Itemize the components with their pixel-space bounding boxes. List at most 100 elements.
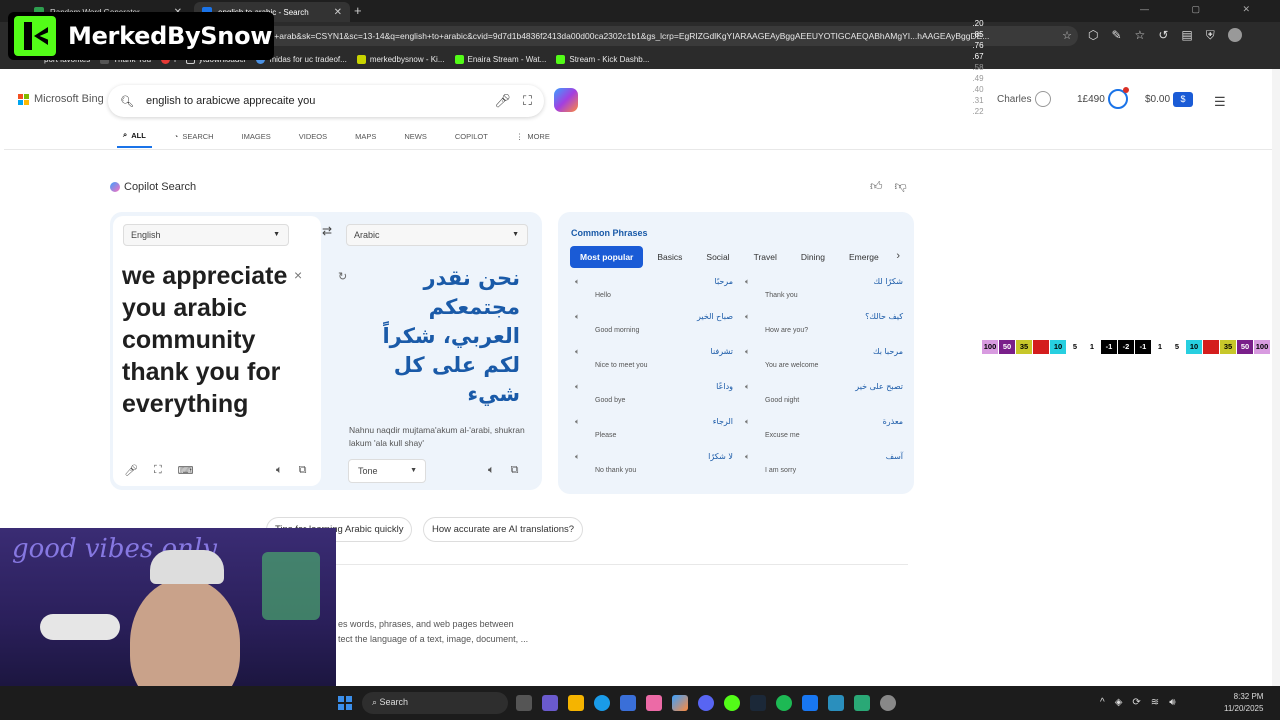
profile-icon[interactable] (1227, 28, 1242, 42)
phrase-item[interactable]: 🔈︎ تشرفنا Nice to meet you (575, 347, 733, 377)
thumbs-up-icon[interactable]: 👍︎ (870, 179, 883, 194)
source-text[interactable]: we appreciate you arabic community thank… (122, 260, 294, 420)
search-box[interactable]: 🔍︎ english to arabicwe apprecaite you 🎤︎… (108, 85, 544, 117)
task-view-icon[interactable] (516, 695, 532, 711)
new-tab-icon[interactable]: + (354, 3, 362, 18)
search-input[interactable]: english to arabicwe apprecaite you (146, 95, 482, 107)
file-explorer-icon[interactable] (568, 695, 584, 711)
phrase-item[interactable]: 🔈︎ تصبح على خير Good night (745, 382, 903, 412)
speaker-icon[interactable]: 🔈︎ (575, 277, 580, 287)
speaker-icon[interactable]: 🔈︎ (745, 417, 750, 427)
rewards-icon[interactable] (1108, 87, 1129, 109)
camera-icon[interactable]: ⛶ (154, 464, 162, 477)
copilot-button[interactable] (554, 88, 578, 112)
favorite-link[interactable]: merkedbysnow - Ki... (356, 55, 445, 64)
speaker-icon[interactable]: 🔈︎ (745, 452, 750, 462)
source-language-select[interactable]: English ▼ (123, 224, 289, 246)
facebook-icon[interactable] (802, 695, 818, 711)
phrase-item[interactable]: 🔈︎ وداعًا Good bye (575, 382, 733, 412)
bing-logo[interactable]: Microsoft Bing (18, 93, 104, 105)
speaker-icon[interactable]: 🔈︎ (575, 452, 580, 462)
tab-most-popular[interactable]: Most popular (570, 246, 644, 268)
shield-icon[interactable]: ⛨ (1206, 28, 1215, 43)
chevron-up-icon[interactable]: ^ (1100, 697, 1105, 708)
speaker-icon[interactable]: 🔈︎ (745, 277, 750, 287)
copilot-icon[interactable]: ✎ (1111, 28, 1121, 43)
favorite-link[interactable]: Stream - Kick Dashb... (556, 55, 649, 64)
speaker-icon[interactable]: 🔈︎ (488, 464, 495, 477)
address-bar[interactable]: s+to+arab&sk=CSYN1&sc=13-14&q=english+to… (250, 26, 1078, 46)
star-icon[interactable]: ☆ (1062, 29, 1072, 42)
tab-news[interactable]: NEWS (398, 127, 433, 148)
speaker-icon[interactable]: 🔈︎ (745, 382, 750, 392)
favorite-link[interactable]: Enaira Stream - Wat... (454, 55, 546, 64)
tab-copilot[interactable]: COPILOT (449, 127, 494, 148)
clock[interactable]: 8:32 PM 11/20/2025 (1224, 691, 1263, 715)
speaker-icon[interactable]: 🔈︎ (575, 382, 580, 392)
target-language-select[interactable]: Arabic ▼ (346, 224, 528, 246)
copilot-icon[interactable] (672, 695, 688, 711)
refresh-icon[interactable]: ↻ (338, 270, 347, 283)
windows-start-icon[interactable] (338, 696, 352, 710)
tab-search[interactable]: ◔ SEARCH (168, 127, 220, 148)
tab-videos[interactable]: VIDEOS (293, 127, 333, 148)
phrase-item[interactable]: 🔈︎ مرحبا بك You are welcome (745, 347, 903, 377)
spotify-icon[interactable] (776, 695, 792, 711)
tab-dining[interactable]: Dining (791, 246, 835, 268)
tab-all[interactable]: ⌕ ALL (117, 127, 152, 148)
clear-icon[interactable]: × (294, 267, 302, 283)
user-name[interactable]: Charles (997, 94, 1031, 105)
suggestion-pill[interactable]: How accurate are AI translations? (423, 517, 584, 542)
app-icon[interactable] (646, 695, 662, 711)
close-icon[interactable]: ✕ (334, 7, 342, 18)
phrase-item[interactable]: 🔈︎ صباح الخير Good morning (575, 312, 733, 342)
speaker-icon[interactable]: 🔈︎ (575, 417, 580, 427)
kick-icon[interactable] (724, 695, 740, 711)
tab-more[interactable]: ⋮ MORE (510, 127, 556, 148)
phrase-item[interactable]: 🔈︎ آسف I am sorry (745, 452, 903, 482)
rewards-points[interactable]: 1£490 (1077, 94, 1105, 105)
phrase-item[interactable]: 🔈︎ الرجاء Please (575, 417, 733, 447)
wallet-icon[interactable]: $ (1173, 92, 1193, 107)
store-icon[interactable] (620, 695, 636, 711)
tone-select[interactable]: Tone ▼ (348, 459, 426, 483)
tab-travel[interactable]: Travel (744, 246, 787, 268)
speaker-icon[interactable]: 🔈︎ (276, 464, 283, 477)
taskbar-search[interactable]: ⌕ Search (362, 692, 508, 714)
copy-icon[interactable]: ⧉ (511, 464, 519, 477)
speaker-icon[interactable]: 🔈︎ (575, 347, 580, 357)
thumbs-down-icon[interactable]: 👎︎ (895, 179, 907, 194)
wifi-icon[interactable]: ≋ (1151, 697, 1159, 708)
tab-maps[interactable]: MAPS (349, 127, 382, 148)
swap-languages-icon[interactable]: ⇄ (322, 224, 332, 238)
phrase-item[interactable]: 🔈︎ مرحبًا Hello (575, 277, 733, 307)
hamburger-menu-icon[interactable]: ☰ (1214, 94, 1226, 110)
sheets-icon[interactable] (854, 695, 870, 711)
photos-icon[interactable] (828, 695, 844, 711)
window-controls[interactable]: — ▢ ✕ (1140, 4, 1270, 15)
volume-icon[interactable]: 🔊︎ (1169, 697, 1175, 708)
tab-basics[interactable]: Basics (647, 246, 692, 268)
chevron-right-icon[interactable]: › (896, 250, 900, 262)
speaker-icon[interactable]: 🔈︎ (575, 312, 580, 322)
tab-social[interactable]: Social (696, 246, 739, 268)
phrase-item[interactable]: 🔈︎ كيف حالك؟ How are you? (745, 312, 903, 342)
microphone-icon[interactable]: 🎤︎ (494, 93, 511, 109)
favorites-icon[interactable]: ☆ (1135, 28, 1146, 43)
visual-search-icon[interactable]: ⛶ (523, 93, 532, 109)
speaker-icon[interactable]: 🔈︎ (745, 347, 750, 357)
steam-icon[interactable] (750, 695, 766, 711)
teams-icon[interactable] (542, 695, 558, 711)
edge-icon[interactable] (594, 695, 610, 711)
tab-emergency[interactable]: Emerge (839, 246, 889, 268)
keyboard-icon[interactable]: ⌨ (178, 464, 194, 477)
extension-icon[interactable]: ⬡ (1088, 28, 1098, 43)
copy-icon[interactable]: ⧉ (299, 464, 307, 477)
phrase-item[interactable]: 🔈︎ شكرًا لك Thank you (745, 277, 903, 307)
history-icon[interactable]: ↺ (1158, 28, 1168, 43)
collections-icon[interactable]: ▤ (1181, 28, 1192, 43)
wallet-balance[interactable]: $0.00 (1145, 94, 1170, 105)
sync-icon[interactable]: ⟳ (1132, 697, 1140, 708)
settings-icon[interactable] (880, 695, 896, 711)
user-icon[interactable] (1035, 91, 1051, 107)
